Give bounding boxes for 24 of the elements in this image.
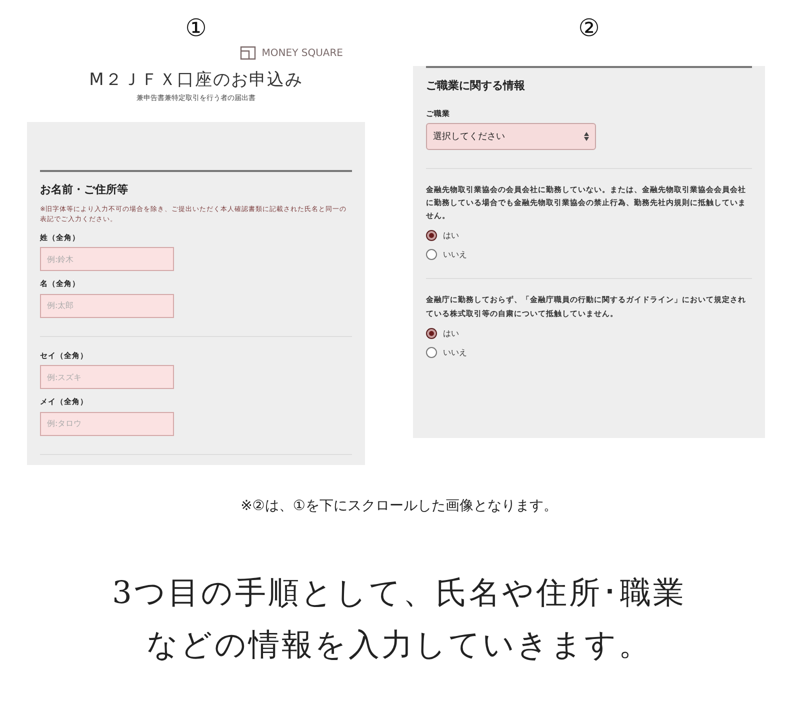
radio-icon[interactable] [426, 328, 437, 339]
logo-text: MONEY SQUARE [262, 48, 343, 58]
stepper-icon [584, 132, 589, 141]
radio-option[interactable]: いいえ [426, 346, 467, 358]
step-marker: ① [185, 14, 207, 44]
radio-icon[interactable] [426, 230, 437, 242]
caption-text: ※②は、①を下にスクロールした画像となります。 [240, 497, 558, 515]
radio-option[interactable]: はい [426, 328, 459, 339]
radio-option[interactable]: いいえ [426, 249, 467, 260]
section-heading: お名前・ご住所等 [40, 182, 129, 198]
input-field[interactable]: 例:タロウ [40, 412, 174, 436]
headline-text: などの情報を入力していきます。 [146, 626, 652, 665]
occupation-select[interactable]: 選択してください [426, 123, 596, 150]
input-field[interactable]: 例:太郎 [40, 294, 174, 318]
section-heading: ご職業に関する情報 [426, 78, 526, 94]
radio-icon[interactable] [426, 249, 437, 260]
headline-text: 3つ目の手順として、氏名や住所･職業 [111, 574, 687, 613]
input-field[interactable]: 例:鈴木 [40, 247, 174, 271]
step-marker: ② [578, 14, 600, 44]
input-field[interactable]: 例:スズキ [40, 365, 174, 389]
logo-icon [240, 46, 256, 60]
page-title: M２ＪＦＸ口座のお申込み [89, 69, 303, 91]
radio-icon[interactable] [426, 346, 437, 358]
radio-option[interactable]: はい [426, 230, 459, 242]
